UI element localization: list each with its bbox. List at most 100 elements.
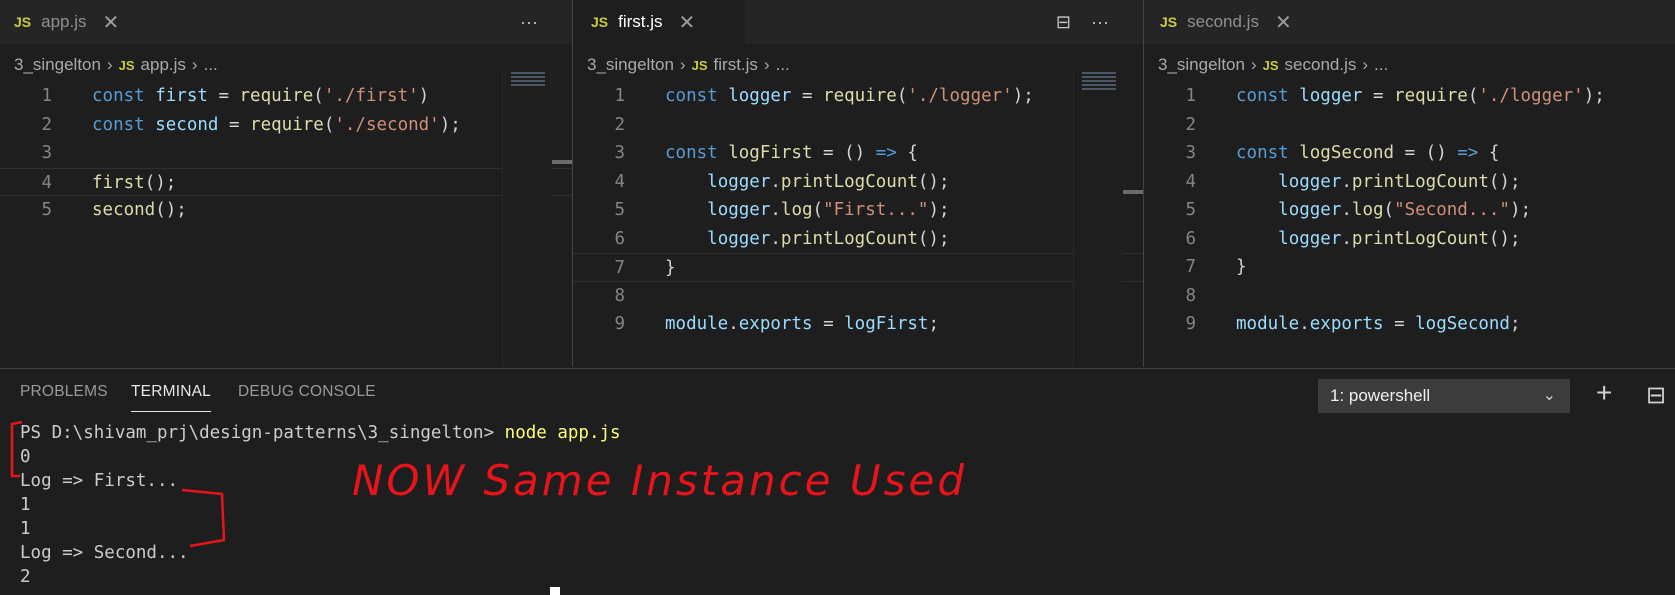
code-token: './logger' bbox=[1478, 86, 1584, 106]
code-token: . bbox=[770, 171, 781, 192]
code-line[interactable]: 2 bbox=[573, 111, 1143, 140]
tab-terminal[interactable]: TERMINAL bbox=[131, 383, 211, 412]
code-token: logger bbox=[728, 86, 792, 106]
line-number: 2 bbox=[41, 114, 52, 135]
split-terminal-icon[interactable]: ⊟ bbox=[1646, 381, 1666, 410]
code-token: require bbox=[1394, 86, 1468, 106]
code-line[interactable]: 2 bbox=[1144, 111, 1675, 140]
line-number: 8 bbox=[1185, 285, 1196, 306]
minimap[interactable] bbox=[1073, 70, 1122, 367]
code-token: const bbox=[665, 143, 729, 163]
split-editor-icon[interactable]: ⊟ bbox=[1056, 12, 1071, 33]
minimap[interactable] bbox=[502, 70, 551, 367]
code-text: const second = require('./second'); bbox=[92, 111, 461, 140]
terminal-output[interactable]: PS D:\shivam_prj\design-patterns\3_singe… bbox=[20, 421, 621, 589]
code-line[interactable]: 8 bbox=[573, 282, 1143, 311]
chevron-right-icon: › bbox=[1250, 55, 1257, 74]
code-line[interactable]: 7} bbox=[1144, 253, 1675, 282]
code-token: log bbox=[780, 200, 813, 220]
code-line[interactable]: 7} bbox=[573, 253, 1143, 282]
breadcrumb-file[interactable]: app.js bbox=[141, 55, 186, 75]
breadcrumb-folder[interactable]: 3_singelton bbox=[587, 55, 674, 75]
code-token: = bbox=[207, 86, 240, 106]
code-token: const bbox=[92, 86, 156, 106]
breadcrumb-more[interactable]: ... bbox=[204, 55, 218, 75]
code-token: printLogCount bbox=[780, 171, 918, 192]
js-file-icon: JS bbox=[118, 57, 135, 73]
code-text: const logFirst = () => { bbox=[665, 139, 918, 168]
breadcrumb-more[interactable]: ... bbox=[1374, 55, 1388, 75]
add-terminal-icon[interactable]: + bbox=[1596, 377, 1612, 409]
terminal-shell-select[interactable]: 1: powershell ⌄ bbox=[1318, 379, 1570, 413]
code-editor[interactable]: 1 const logger = require('./logger'); 2 3 co… bbox=[1144, 82, 1675, 339]
terminal-output-line: Log => Second... bbox=[20, 543, 189, 563]
code-line[interactable]: 1 const first = require('./first') bbox=[0, 82, 572, 111]
code-line[interactable]: 4 logger.printLogCount(); bbox=[1144, 168, 1675, 197]
more-actions-icon[interactable]: ··· bbox=[1091, 12, 1109, 33]
scrollbar-thumb[interactable] bbox=[1123, 190, 1143, 194]
close-icon[interactable]: ✕ bbox=[103, 10, 120, 35]
code-token: . bbox=[770, 228, 781, 249]
code-token: "First..." bbox=[823, 200, 929, 220]
code-token: logger bbox=[1278, 171, 1342, 192]
tab-problems[interactable]: PROBLEMS bbox=[20, 383, 108, 401]
code-line[interactable]: 8 bbox=[1144, 282, 1675, 311]
close-icon[interactable]: ✕ bbox=[679, 10, 696, 35]
code-editor[interactable]: 1 const first = require('./first') 2 const … bbox=[0, 82, 572, 225]
chevron-right-icon: › bbox=[679, 55, 686, 74]
line-number: 1 bbox=[41, 86, 52, 106]
code-line[interactable]: 6 logger.printLogCount(); bbox=[1144, 225, 1675, 254]
breadcrumb-more[interactable]: ... bbox=[776, 55, 790, 75]
code-token: ( bbox=[896, 86, 908, 106]
close-icon[interactable]: ✕ bbox=[1275, 10, 1292, 35]
code-line[interactable]: 3 const logFirst = () => { bbox=[573, 139, 1143, 168]
code-line[interactable]: 9 module.exports = logSecond; bbox=[1144, 310, 1675, 339]
scrollbar-thumb[interactable] bbox=[552, 160, 572, 164]
breadcrumb-folder[interactable]: 3_singelton bbox=[14, 55, 101, 75]
code-token: "Second..." bbox=[1394, 200, 1510, 220]
tab-debug-console[interactable]: DEBUG CONSOLE bbox=[238, 383, 376, 401]
code-line[interactable]: 4 first(); bbox=[0, 167, 572, 196]
tab-second-js[interactable]: JS second.js ✕ bbox=[1144, 0, 1316, 44]
code-token: exports bbox=[1309, 314, 1384, 334]
code-token: = bbox=[1383, 314, 1416, 334]
code-line[interactable]: 3 const logSecond = () => { bbox=[1144, 139, 1675, 168]
code-line[interactable]: 6 logger.printLogCount(); bbox=[573, 225, 1143, 254]
tab-first-js[interactable]: JS first.js ✕ bbox=[573, 0, 745, 44]
code-line[interactable]: 5 logger.log("Second..."); bbox=[1144, 196, 1675, 225]
code-token: module bbox=[1236, 314, 1300, 334]
code-token: logSecond bbox=[1299, 143, 1395, 163]
breadcrumb-file[interactable]: first.js bbox=[714, 55, 758, 75]
code-text: module.exports = logSecond; bbox=[1236, 310, 1521, 339]
chevron-right-icon: › bbox=[106, 55, 113, 74]
line-number: 9 bbox=[614, 314, 625, 334]
code-text: module.exports = logFirst; bbox=[665, 310, 939, 339]
line-number: 3 bbox=[1185, 143, 1196, 163]
line-number: 3 bbox=[41, 143, 52, 163]
code-token: printLogCount bbox=[1351, 171, 1489, 192]
line-number: 9 bbox=[1185, 314, 1196, 334]
code-token: ( bbox=[1467, 86, 1479, 106]
code-line[interactable]: 5 second(); bbox=[0, 196, 572, 225]
code-line[interactable]: 9 module.exports = logFirst; bbox=[573, 310, 1143, 339]
line-number: 5 bbox=[41, 200, 52, 220]
code-line[interactable]: 4 logger.printLogCount(); bbox=[573, 168, 1143, 197]
breadcrumb-file[interactable]: second.js bbox=[1285, 55, 1357, 75]
tab-app-js[interactable]: JS app.js ✕ bbox=[0, 0, 160, 44]
code-token: ); bbox=[928, 200, 950, 220]
code-token: const bbox=[92, 114, 156, 135]
code-editor[interactable]: 1 const logger = require('./logger'); 2 3 co… bbox=[573, 82, 1143, 339]
js-file-icon: JS bbox=[1262, 57, 1279, 73]
code-text: logger.printLogCount(); bbox=[1236, 168, 1520, 197]
code-line[interactable]: 5 logger.log("First..."); bbox=[573, 196, 1143, 225]
code-line[interactable]: 1 const logger = require('./logger'); bbox=[1144, 82, 1675, 111]
code-line[interactable]: 1 const logger = require('./logger'); bbox=[573, 82, 1143, 111]
code-line[interactable]: 3 bbox=[0, 139, 572, 168]
breadcrumb-folder[interactable]: 3_singelton bbox=[1158, 55, 1245, 75]
code-line[interactable]: 2 const second = require('./second'); bbox=[0, 111, 572, 140]
more-actions-icon[interactable]: ··· bbox=[520, 12, 538, 33]
line-number: 4 bbox=[41, 172, 52, 193]
